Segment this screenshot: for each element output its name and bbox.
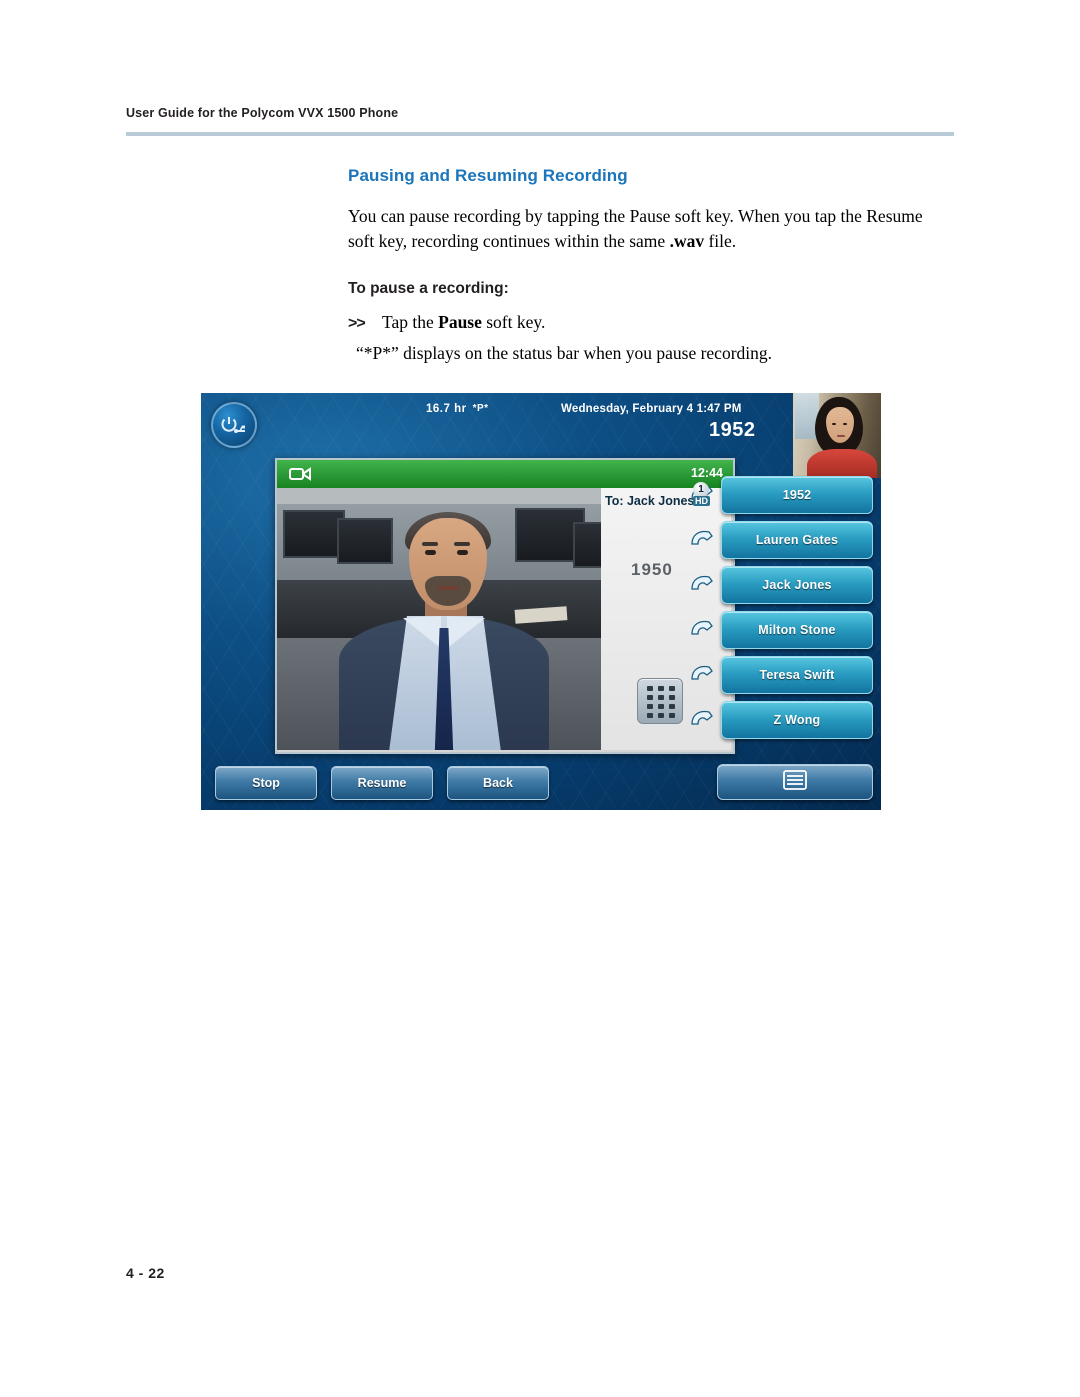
line-key-label: Lauren Gates — [755, 533, 839, 547]
handset-icon — [687, 660, 717, 688]
line-key-label: 1952 — [782, 488, 812, 502]
soft-key-bar: Stop Resume Back — [215, 766, 549, 800]
menu-list-icon — [782, 769, 808, 796]
handset-icon — [687, 615, 717, 643]
back-soft-key-label: Back — [483, 776, 513, 790]
step-text-pre: Tap the — [382, 312, 439, 332]
video-call-window[interactable]: 12:44 To: Jack Jones 1950 — [275, 458, 735, 754]
main-content: Pausing and Resuming Recording You can p… — [348, 166, 948, 366]
line-key-button[interactable]: Z Wong — [721, 701, 873, 739]
intro-paragraph-part1: You can pause recording by tapping the P… — [348, 206, 923, 251]
back-soft-key[interactable]: Back — [447, 766, 549, 800]
video-window-titlebar: 12:44 — [277, 460, 733, 488]
line-key-button[interactable]: Jack Jones — [721, 566, 873, 604]
procedure-title: To pause a recording: — [348, 280, 509, 297]
power-usb-key[interactable] — [211, 402, 257, 448]
line-key-button[interactable]: Lauren Gates — [721, 521, 873, 559]
line-key-label: Jack Jones — [762, 578, 832, 592]
line-key-row[interactable]: Lauren Gates — [677, 521, 877, 566]
line-key-button[interactable]: Milton Stone — [721, 611, 873, 649]
self-view-video — [793, 393, 881, 478]
hd-audio-label: HD — [693, 496, 710, 506]
procedure-step: >> Tap the Pause soft key. — [348, 310, 948, 335]
handset-icon — [687, 525, 717, 553]
handset-icon: 1 HD — [687, 480, 717, 508]
resume-soft-key-label: Resume — [357, 776, 407, 790]
status-storage-value: 16.7 hr — [426, 403, 467, 415]
status-storage: 16.7 hr *P* — [426, 403, 489, 415]
line-key-row[interactable]: 1 HD 1952 — [677, 476, 877, 521]
line-key-row[interactable]: Teresa Swift — [677, 656, 877, 701]
line-key-button[interactable]: Teresa Swift — [721, 656, 873, 694]
line-key-row[interactable]: Jack Jones — [677, 566, 877, 611]
far-end-video — [277, 488, 601, 750]
power-usb-icon — [221, 417, 245, 433]
keypad-icon — [647, 686, 675, 718]
status-pause-indicator: *P* — [472, 403, 489, 414]
intro-paragraph: You can pause recording by tapping the P… — [348, 204, 948, 254]
phone-screen-figure: 16.7 hr *P* Wednesday, February 4 1:47 PM… — [201, 393, 881, 810]
step-text-bold: Pause — [438, 312, 482, 332]
page-number: 4 - 22 — [126, 1265, 165, 1281]
handset-icon — [687, 570, 717, 598]
far-end-number: 1950 — [631, 560, 673, 579]
handset-icon — [687, 705, 717, 733]
line-key-label: Milton Stone — [758, 623, 836, 637]
intro-paragraph-bold: .wav — [669, 231, 705, 251]
line-key-label: Teresa Swift — [759, 668, 835, 682]
running-head: User Guide for the Polycom VVX 1500 Phon… — [126, 104, 954, 122]
menu-key[interactable] — [717, 764, 873, 800]
status-line-number: 1952 — [709, 419, 756, 441]
line-key-row[interactable]: Milton Stone — [677, 611, 877, 656]
line-key-button[interactable]: 1952 — [721, 476, 873, 514]
line-key-list: 1 HD 1952 Lauren Gates Jack Jones Milton… — [677, 476, 877, 746]
step-note: “*P*” displays on the status bar when yo… — [356, 343, 773, 363]
intro-paragraph-part2: file. — [704, 231, 737, 251]
stop-soft-key-label: Stop — [252, 776, 280, 790]
status-datetime: Wednesday, February 4 1:47 PM — [561, 403, 742, 415]
step-text-post: soft key. — [481, 312, 546, 332]
page-title: Pausing and Resuming Recording — [348, 166, 628, 185]
resume-soft-key[interactable]: Resume — [331, 766, 433, 800]
stop-soft-key[interactable]: Stop — [215, 766, 317, 800]
running-head-text: User Guide for the Polycom VVX 1500 Phon… — [126, 106, 399, 120]
line-key-row[interactable]: Z Wong — [677, 701, 877, 746]
step-arrow-icon: >> — [348, 315, 366, 332]
line-key-label: Z Wong — [773, 713, 821, 727]
step-text: Tap the Pause soft key. — [382, 310, 545, 335]
video-camera-icon — [289, 465, 311, 488]
header-divider — [126, 132, 954, 136]
